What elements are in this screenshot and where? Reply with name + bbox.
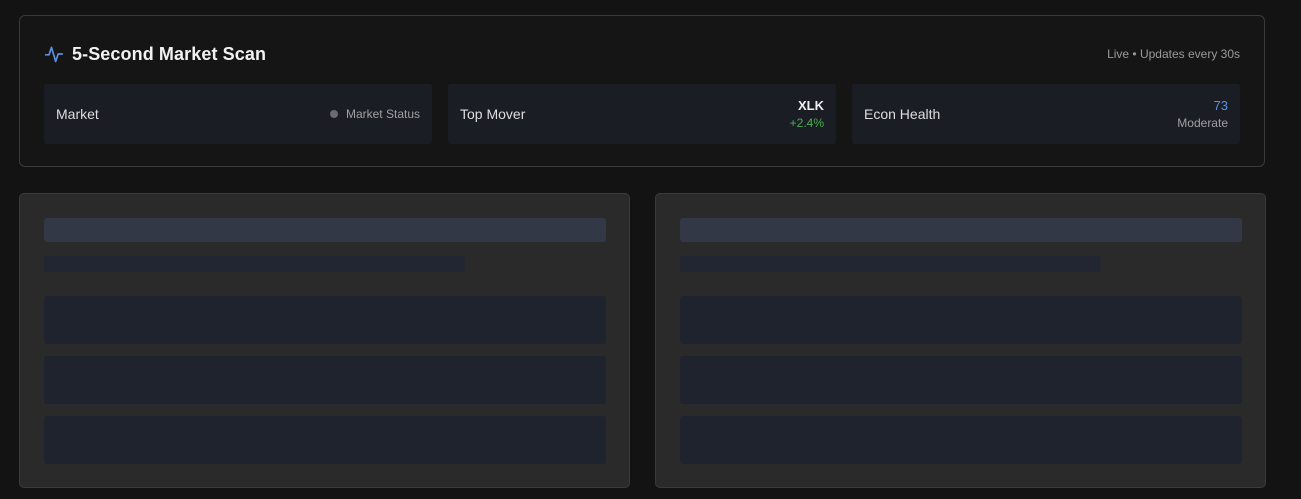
market-scan-card: 5-Second Market Scan Live • Updates ever… (19, 15, 1265, 167)
econ-health-label: Econ Health (864, 106, 941, 122)
metric-row: Market Market Status Top Mover XLK +2.4%… (44, 84, 1240, 144)
activity-pulse-icon (44, 44, 64, 64)
skeleton-title (680, 218, 1242, 242)
top-mover-change: +2.4% (789, 116, 824, 130)
skeleton-row (44, 416, 606, 464)
top-mover-label: Top Mover (460, 106, 526, 122)
econ-health-score: 73 (1213, 98, 1228, 113)
skeleton-row (680, 416, 1242, 464)
skeleton-subtitle (680, 256, 1101, 272)
top-mover-values: XLK +2.4% (790, 98, 824, 130)
top-mover-tile[interactable]: Top Mover XLK +2.4% (448, 84, 836, 144)
scan-title: 5-Second Market Scan (72, 43, 267, 64)
top-mover-ticker: XLK (798, 98, 824, 113)
econ-health-tile[interactable]: Econ Health 73 Moderate (852, 84, 1240, 144)
market-status-tile[interactable]: Market Market Status (44, 84, 432, 144)
skeleton-row (680, 356, 1242, 404)
scan-title-wrap: 5-Second Market Scan (44, 44, 266, 65)
live-update-indicator: Live • Updates every 30s (1107, 47, 1240, 61)
market-status: Market Status (329, 107, 420, 121)
status-dot-icon (329, 110, 338, 118)
skeleton-title (44, 218, 606, 242)
market-label: Market (56, 106, 99, 122)
econ-health-values: 73 Moderate (1177, 98, 1228, 130)
skeleton-row (44, 356, 606, 404)
scan-header: 5-Second Market Scan Live • Updates ever… (44, 42, 1240, 66)
loading-panel-right (655, 193, 1266, 488)
market-status-text: Market Status (345, 107, 420, 121)
econ-health-grade: Moderate (1177, 116, 1228, 130)
skeleton-row (44, 296, 606, 344)
skeleton-row (680, 296, 1242, 344)
loading-panel-left (19, 193, 630, 488)
skeleton-subtitle (44, 256, 465, 272)
